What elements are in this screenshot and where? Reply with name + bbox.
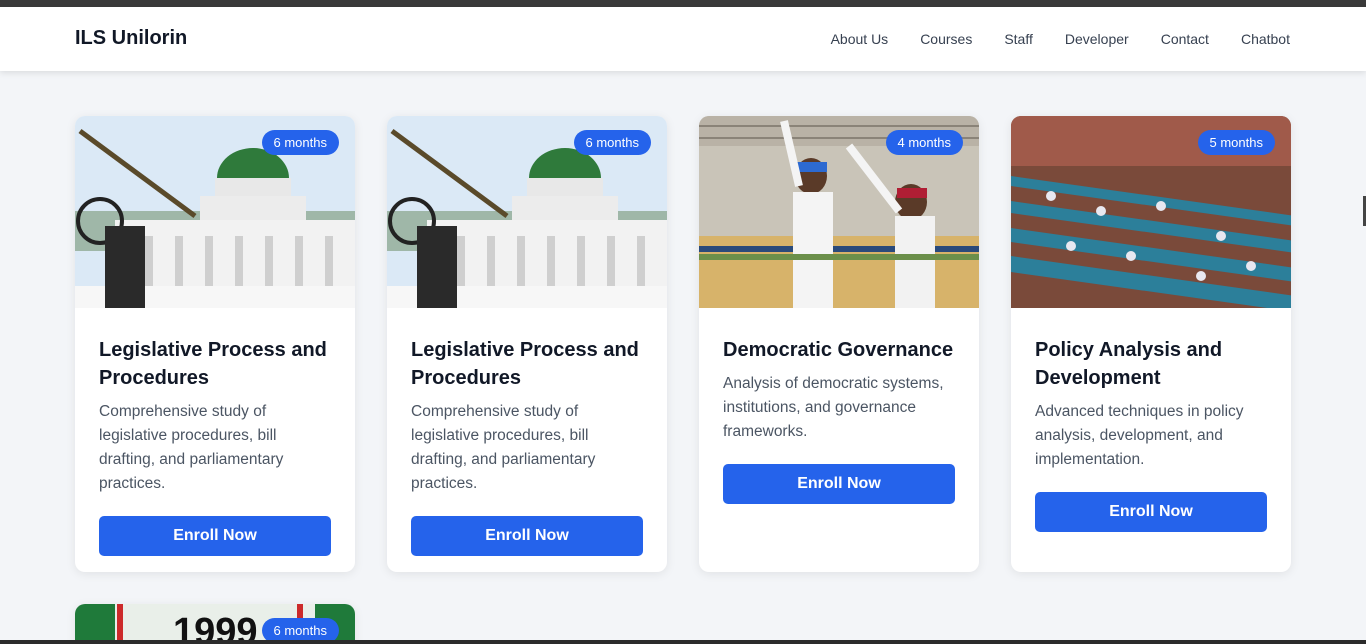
course-card: 5 months Policy Analysis and Development…: [1011, 116, 1291, 572]
enroll-now-button[interactable]: Enroll Now: [411, 516, 643, 556]
nav-contact[interactable]: Contact: [1161, 31, 1209, 47]
navbar: ILS Unilorin About Us Courses Staff Deve…: [0, 7, 1366, 71]
duration-badge: 5 months: [1197, 130, 1275, 155]
duration-badge: 4 months: [885, 130, 963, 155]
window-top-strip: [0, 0, 1366, 7]
course-card: 6 months Legislative Process and Procedu…: [75, 116, 355, 572]
enroll-now-button[interactable]: Enroll Now: [1035, 492, 1267, 532]
course-image: 6 months: [75, 116, 355, 308]
course-title: Policy Analysis and Development: [1035, 339, 1223, 389]
duration-badge: 6 months: [573, 130, 651, 155]
course-card: 1999 6 months: [75, 604, 355, 644]
brand-logo[interactable]: ILS Unilorin: [75, 27, 187, 50]
course-title: Legislative Process and Procedures: [411, 339, 639, 389]
course-description: Comprehensive study of legislative proce…: [411, 403, 596, 492]
course-description: Comprehensive study of legislative proce…: [99, 403, 284, 492]
nav-staff[interactable]: Staff: [1004, 31, 1033, 47]
enroll-now-button[interactable]: Enroll Now: [723, 464, 955, 504]
course-card: 4 months Democratic Governance Analysis …: [699, 116, 979, 572]
nav-developer[interactable]: Developer: [1065, 31, 1129, 47]
course-image: 6 months: [387, 116, 667, 308]
window-bottom-strip: [0, 640, 1366, 644]
nav-courses[interactable]: Courses: [920, 31, 972, 47]
nav-links: About Us Courses Staff Developer Contact…: [831, 31, 1290, 47]
nav-about-us[interactable]: About Us: [831, 31, 889, 47]
course-card: 6 months Legislative Process and Procedu…: [387, 116, 667, 572]
course-image: 5 months: [1011, 116, 1291, 308]
enroll-now-button[interactable]: Enroll Now: [99, 516, 331, 556]
nav-chatbot[interactable]: Chatbot: [1241, 31, 1290, 47]
course-title: Democratic Governance: [723, 339, 954, 361]
duration-badge: 6 months: [261, 130, 339, 155]
course-title: Legislative Process and Procedures: [99, 339, 327, 389]
course-image: 1999 6 months: [75, 604, 355, 644]
course-description: Analysis of democratic systems, institut…: [723, 375, 944, 440]
course-image: 4 months: [699, 116, 979, 308]
course-description: Advanced techniques in policy analysis, …: [1035, 403, 1244, 468]
